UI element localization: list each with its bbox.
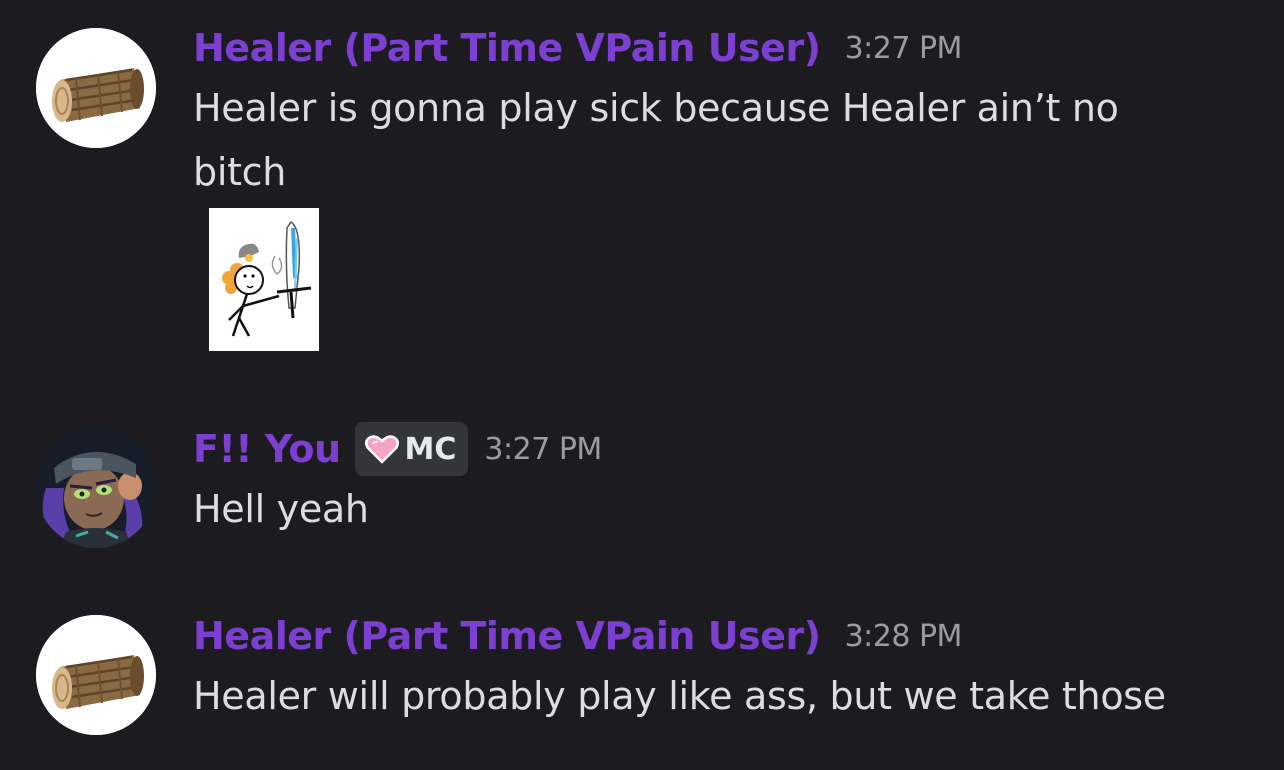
squid-character-avatar	[36, 428, 156, 548]
avatar[interactable]	[36, 428, 156, 548]
message-text: Healer will probably play like ass, but …	[193, 674, 1166, 718]
username[interactable]: Healer (Part Time VPain User)	[193, 26, 821, 70]
image-attachment[interactable]	[209, 208, 319, 351]
role-tag-label: MC	[404, 431, 457, 467]
timestamp[interactable]: 3:27 PM	[484, 432, 602, 467]
log-icon	[36, 28, 156, 148]
timestamp[interactable]: 3:27 PM	[845, 31, 963, 66]
avatar[interactable]	[36, 615, 156, 735]
message-text: Healer is gonna play sick because Healer…	[193, 86, 1119, 194]
username[interactable]: Healer (Part Time VPain User)	[193, 614, 821, 658]
log-icon	[36, 615, 156, 735]
role-tag[interactable]: MC	[354, 422, 469, 476]
pink-heart-icon	[364, 435, 399, 464]
avatar[interactable]	[36, 28, 156, 148]
message-header: F!! You MC 3:27 PM	[193, 421, 1254, 477]
stick-figure-drawing	[209, 208, 319, 351]
username[interactable]: F!! You	[193, 427, 341, 471]
message-header: Healer (Part Time VPain User) 3:27 PM	[193, 20, 1254, 76]
message-header: Healer (Part Time VPain User) 3:28 PM	[193, 608, 1254, 664]
message-text: Hell yeah	[193, 487, 369, 531]
timestamp[interactable]: 3:28 PM	[845, 619, 963, 654]
